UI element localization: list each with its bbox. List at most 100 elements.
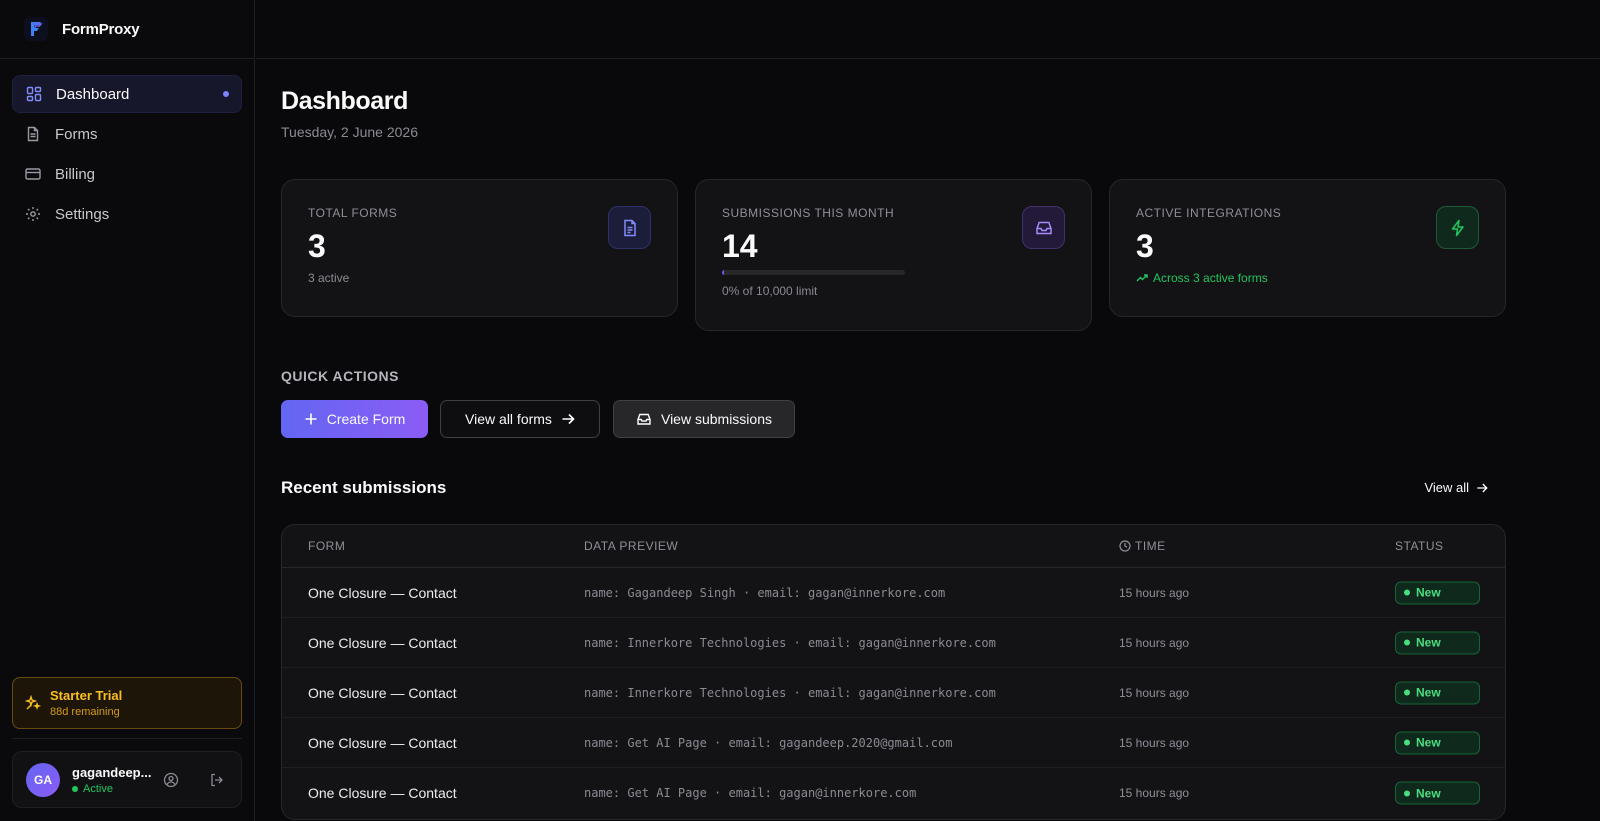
table-row[interactable]: One Closure — Contact name: Get AI Page …: [282, 718, 1505, 768]
user-status: Active: [72, 783, 151, 795]
row-preview: name: Get AI Page · email: gagandeep.202…: [584, 735, 953, 750]
sidebar-item-label: Settings: [55, 205, 110, 223]
stat-sub-trend: Across 3 active forms: [1136, 271, 1479, 285]
inbox-icon: [1022, 206, 1065, 249]
status-label: New: [1416, 585, 1441, 600]
column-header-time: TIME: [1119, 539, 1166, 553]
progress-fill: [722, 270, 724, 275]
page-date: Tuesday, 2 June 2026: [281, 124, 418, 140]
avatar[interactable]: GA: [26, 762, 60, 797]
table-row[interactable]: One Closure — Contact name: Get AI Page …: [282, 768, 1505, 818]
topbar: [256, 0, 1600, 59]
row-form: One Closure — Contact: [308, 734, 457, 751]
sparkles-icon: [25, 695, 41, 711]
stat-card-integrations: ACTIVE INTEGRATIONS 3 Across 3 active fo…: [1109, 179, 1506, 317]
table-row[interactable]: One Closure — Contact name: Gagandeep Si…: [282, 568, 1505, 618]
submissions-table: FORM DATA PREVIEW TIME STATUS One Closur…: [281, 524, 1506, 820]
divider: [12, 738, 242, 739]
recent-submissions-title: Recent submissions: [281, 478, 447, 497]
sidebar-item-label: Billing: [55, 165, 96, 183]
view-all-forms-button[interactable]: View all forms: [440, 400, 600, 438]
status-label: New: [1416, 635, 1441, 650]
stat-label: ACTIVE INTEGRATIONS: [1136, 206, 1282, 220]
view-all-link[interactable]: View all: [1424, 480, 1488, 495]
table-header: FORM DATA PREVIEW TIME STATUS: [282, 525, 1505, 568]
gear-icon: [24, 206, 41, 223]
row-preview: name: Innerkore Technologies · email: ga…: [584, 685, 996, 700]
stat-value: 14: [722, 228, 758, 264]
row-form: One Closure — Contact: [308, 584, 457, 601]
stat-value: 3: [1136, 228, 1154, 264]
stat-label: TOTAL FORMS: [308, 206, 398, 220]
sidebar-item-forms[interactable]: Forms: [12, 115, 242, 153]
stat-card-total-forms: TOTAL FORMS 3 3 active: [281, 179, 678, 317]
row-form: One Closure — Contact: [308, 785, 457, 801]
lightning-icon: [1436, 206, 1479, 249]
row-preview: name: Gagandeep Singh · email: gagan@inn…: [584, 585, 946, 600]
user-circle-icon[interactable]: [163, 772, 179, 788]
column-header-form: FORM: [308, 539, 346, 553]
table-row[interactable]: One Closure — Contact name: Innerkore Te…: [282, 668, 1505, 718]
row-form: One Closure — Contact: [308, 634, 457, 651]
status-label: New: [1416, 786, 1441, 800]
stat-sub-label: Across 3 active forms: [1153, 271, 1268, 285]
row-preview: name: Innerkore Technologies · email: ga…: [584, 635, 996, 650]
column-header-preview: DATA PREVIEW: [584, 539, 679, 553]
brand-name: FormProxy: [62, 20, 140, 38]
credit-card-icon: [24, 166, 41, 183]
button-label: View submissions: [660, 411, 772, 427]
table-row[interactable]: One Closure — Contact name: Innerkore Te…: [282, 618, 1505, 668]
status-badge: New: [1395, 581, 1480, 604]
status-dot: [1404, 790, 1410, 796]
stat-card-submissions: SUBMISSIONS THIS MONTH 14 0% of 10,000 l…: [695, 179, 1092, 331]
trial-remaining: 88d remaining: [50, 706, 120, 718]
status-dot: [1404, 739, 1410, 746]
row-preview: name: Get AI Page · email: gagan@innerko…: [584, 786, 917, 800]
row-form: One Closure — Contact: [308, 684, 457, 701]
status-badge: New: [1395, 731, 1480, 754]
sidebar-item-billing[interactable]: Billing: [12, 155, 242, 193]
status-dot: [72, 785, 78, 792]
clock-icon: [1119, 540, 1131, 552]
grid-icon: [25, 86, 42, 103]
button-label: Create Form: [326, 411, 406, 427]
column-header-status: STATUS: [1395, 539, 1444, 553]
view-submissions-button[interactable]: View submissions: [613, 400, 795, 438]
stats-cards: TOTAL FORMS 3 3 active SUBMISSIONS THIS …: [281, 179, 1506, 331]
row-time: 15 hours ago: [1119, 685, 1190, 700]
arrow-right-icon: [561, 412, 575, 426]
user-card: GA gagandeep... Active: [12, 751, 242, 808]
status-label: New: [1416, 685, 1441, 700]
column-header-time-label: TIME: [1135, 539, 1166, 553]
status-badge: New: [1395, 781, 1480, 805]
button-label: View all forms: [465, 411, 552, 427]
row-time: 15 hours ago: [1119, 585, 1190, 600]
sidebar: FormProxy Dashboard Forms Billing Settin…: [0, 0, 255, 821]
stat-sub: 0% of 10,000 limit: [722, 284, 818, 298]
logout-icon[interactable]: [209, 772, 225, 788]
status-dot: [1404, 639, 1410, 646]
row-time: 15 hours ago: [1119, 635, 1190, 650]
status-badge: New: [1395, 631, 1480, 654]
sidebar-item-label: Forms: [55, 125, 98, 143]
trial-title: Starter Trial: [50, 688, 123, 703]
formproxy-logo-icon: [24, 17, 48, 41]
trial-banner[interactable]: Starter Trial 88d remaining: [12, 677, 242, 729]
sidebar-item-settings[interactable]: Settings: [12, 195, 242, 233]
status-label: New: [1416, 735, 1441, 750]
row-time: 15 hours ago: [1119, 786, 1190, 800]
active-indicator: [223, 91, 229, 97]
inbox-icon: [636, 411, 652, 427]
status-dot: [1404, 689, 1410, 696]
link-label: View all: [1424, 480, 1469, 495]
brand[interactable]: FormProxy: [0, 0, 254, 59]
quick-actions-label: QUICK ACTIONS: [281, 368, 399, 384]
create-form-button[interactable]: Create Form: [281, 400, 428, 438]
sidebar-item-dashboard[interactable]: Dashboard: [12, 75, 242, 113]
row-time: 15 hours ago: [1119, 735, 1190, 750]
file-icon: [24, 126, 41, 143]
submissions-progress-bar: [722, 270, 905, 275]
status-badge: New: [1395, 681, 1480, 704]
user-status-label: Active: [83, 782, 113, 795]
stat-sub: 3 active: [308, 271, 350, 285]
